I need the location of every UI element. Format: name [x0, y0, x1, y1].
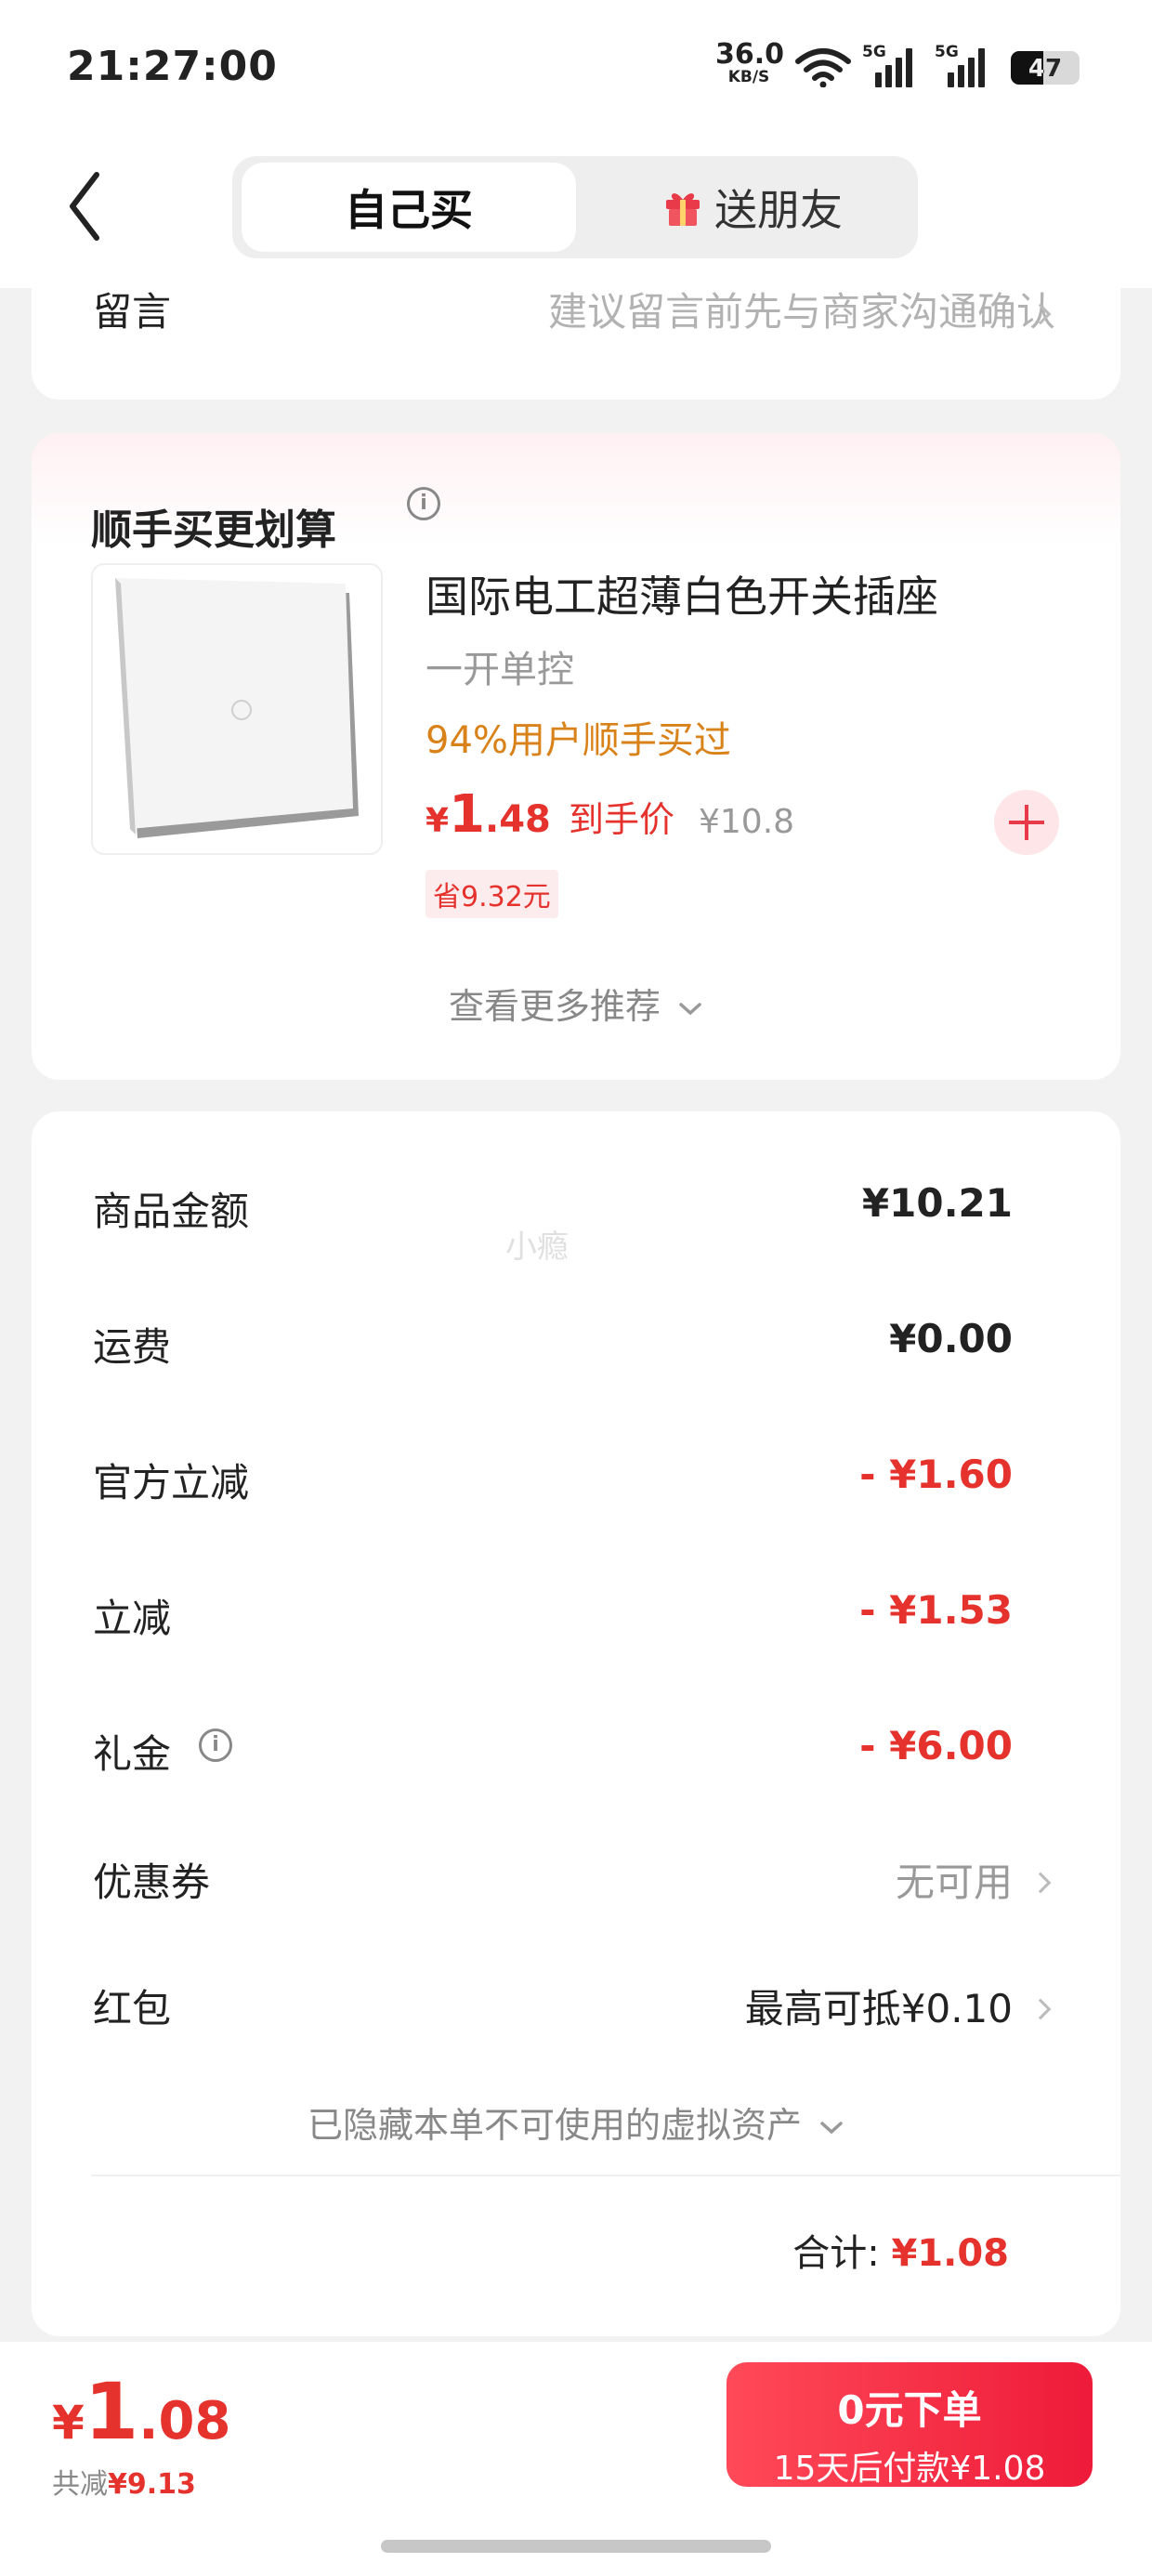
add-to-order-button[interactable]	[994, 790, 1059, 855]
hidden-assets-toggle[interactable]: 已隐藏本单不可使用的虚拟资产	[32, 2096, 1120, 2148]
official-discount-value: - ¥1.60	[859, 1452, 1013, 1497]
gift-icon	[666, 193, 700, 226]
message-input[interactable]: 建议留言前先与商家沟通确认	[548, 281, 1055, 337]
official-discount-label: 官方立减	[93, 1460, 250, 1505]
instant-discount-value: - ¥1.53	[859, 1587, 1013, 1633]
buy-rate: 94%用户顺手买过	[425, 719, 731, 762]
order-total: 合计: ¥1.08	[792, 2223, 1009, 2277]
divider	[91, 2175, 1120, 2176]
red-packet-value[interactable]: 最高可抵¥0.10	[745, 1978, 1013, 2034]
battery-level: 47	[1028, 55, 1063, 83]
more-recommend-toggle[interactable]: 查看更多推荐	[32, 978, 1120, 1029]
network-speed-value: 36.0	[715, 38, 785, 71]
cta-title: 0元下单	[837, 2387, 982, 2433]
battery-icon: 47	[1011, 51, 1080, 85]
saved-value: ¥9.13	[108, 2468, 196, 2501]
recommend-card: 顺手买更划算 i 国际电工超薄白色开关插座 一开单控 94%用户顺手买过 ¥1.…	[32, 433, 1120, 1080]
place-order-button[interactable]: 0元下单 15天后付款¥1.08	[727, 2362, 1093, 2488]
tab-send-to-friend-label: 送朋友	[714, 185, 843, 235]
instant-discount-label: 立减	[93, 1596, 172, 1641]
cellular-signal-1-icon: 5G	[862, 43, 922, 87]
gift-money-label: 礼金	[93, 1731, 172, 1777]
shipping-value: ¥0.00	[889, 1316, 1013, 1361]
shipping-label: 运费	[93, 1324, 172, 1370]
more-recommend-label: 查看更多推荐	[448, 986, 661, 1027]
pay-currency: ¥	[52, 2396, 85, 2450]
wifi-icon	[795, 48, 851, 87]
gift-money-value: - ¥6.00	[859, 1723, 1013, 1768]
product-name: 国际电工超薄白色开关插座	[425, 572, 938, 622]
item-amount-label: 商品金额	[93, 1189, 250, 1234]
back-arrow-icon[interactable]	[59, 167, 111, 245]
price-integer: 1	[449, 784, 486, 845]
chevron-down-icon	[679, 1002, 701, 1015]
chevron-right-icon	[1029, 1998, 1052, 2020]
total-saved: 共减¥9.13	[52, 2461, 196, 2502]
coupon-label: 优惠券	[93, 1860, 211, 1905]
coupon-value[interactable]: 无可用	[896, 1851, 1013, 1908]
tab-buy-for-self[interactable]: 自己买	[242, 163, 576, 252]
pay-integer: 1	[84, 2366, 139, 2457]
saved-label: 共减	[52, 2468, 108, 2501]
home-indicator[interactable]	[381, 2540, 771, 2553]
recommend-title: 顺手买更划算	[91, 506, 336, 554]
order-summary-card: 小瘾 商品金额 ¥10.21 运费 ¥0.00 官方立减 - ¥1.60 立减 …	[32, 1111, 1120, 2336]
save-badge: 省9.32元	[425, 870, 558, 918]
message-card: 留言 建议留言前先与商家沟通确认	[32, 269, 1120, 400]
pay-decimal: .08	[138, 2391, 231, 2451]
product-spec: 一开单控	[425, 649, 574, 691]
cta-subtitle: 15天后付款¥1.08	[773, 2450, 1046, 2488]
message-label: 留言	[93, 289, 172, 335]
switch-panel-image	[115, 578, 359, 838]
total-label: 合计:	[792, 2232, 880, 2275]
price-symbol: ¥	[425, 802, 450, 840]
original-price: ¥10.8	[699, 803, 795, 841]
price-decimal: .48	[485, 798, 551, 841]
chevron-right-icon	[1029, 1872, 1052, 1894]
status-time: 21:27:00	[67, 43, 278, 90]
tab-send-to-friend[interactable]: 送朋友	[595, 163, 910, 252]
product-price: ¥1.48 到手价	[425, 784, 674, 845]
pay-amount: ¥1.08	[52, 2366, 230, 2457]
total-value: ¥1.08	[891, 2232, 1009, 2275]
cellular-signal-2-icon: 5G	[935, 43, 994, 87]
price-tag: 到手价	[568, 799, 674, 840]
watermark: 小瘾	[505, 1229, 569, 1266]
item-amount-value: ¥10.21	[861, 1180, 1013, 1226]
chevron-down-icon	[820, 2121, 843, 2134]
message-placeholder: 建议留言前先与商家沟通确认	[547, 289, 1055, 335]
red-packet-label: 红包	[93, 1986, 172, 2031]
network-speed-unit: KB/S	[727, 68, 770, 86]
product-thumbnail[interactable]	[91, 563, 383, 855]
network-speed: 36.0 KB/S	[715, 38, 785, 86]
info-icon[interactable]: i	[199, 1728, 232, 1762]
hidden-assets-label: 已隐藏本单不可使用的虚拟资产	[307, 2105, 802, 2146]
info-icon[interactable]: i	[407, 487, 440, 520]
